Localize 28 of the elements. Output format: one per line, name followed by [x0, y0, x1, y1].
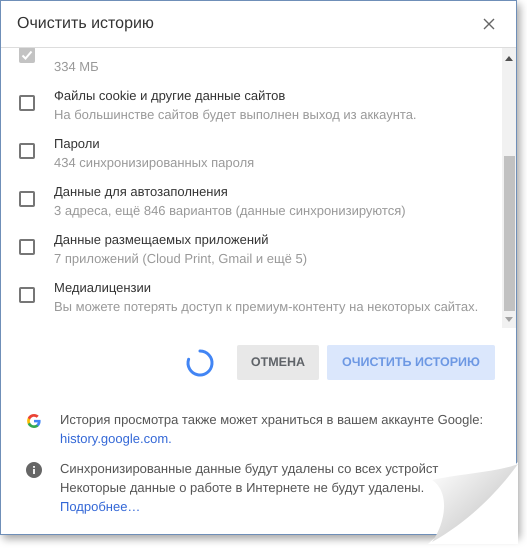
checkbox[interactable]: [19, 287, 35, 303]
option-description: На большинстве сайтов будет выполнен выход из аккаунта.: [54, 106, 417, 124]
scrollbar[interactable]: [502, 48, 516, 328]
note-text: Синхронизированные данные будут удалены со всех устройст: [60, 460, 438, 478]
option-label: Файлы cookie и другие данные сайтов: [54, 87, 286, 105]
cancel-button[interactable]: ОТМЕНА: [237, 345, 319, 380]
checkbox[interactable]: [19, 239, 35, 255]
option-label: Пароли: [54, 135, 101, 153]
link[interactable]: Подробнее…: [60, 498, 140, 514]
option-description: 3 адреса, ещё 846 вариантов (данные синхронизируются): [54, 202, 406, 220]
option-description: 7 приложений (Cloud Print, Gmail и ещё 5): [54, 250, 308, 268]
info-icon: [26, 462, 42, 478]
option-description: Вы можете потерять доступ к премиум-контенту на некоторых сайтах.: [54, 298, 478, 316]
dialog-title: Очистить историю: [17, 14, 154, 34]
scroll-up-arrow-icon[interactable]: [505, 56, 513, 61]
checkbox[interactable]: [19, 143, 35, 159]
option-description: 434 синхронизированных пароля: [54, 154, 254, 172]
note-text: Некоторые данные о работе в Интернете не будут удалены.: [60, 478, 426, 496]
option-label: Медиалицензии: [54, 279, 152, 297]
option-label: Данные для автозаполнения: [54, 183, 229, 201]
checkbox[interactable]: [19, 191, 35, 207]
option-description: 334 МБ: [54, 58, 99, 76]
google-logo-icon: [26, 413, 42, 429]
note-text: История просмотра также может храниться в вашем аккаунте Google:: [60, 411, 484, 429]
option-label: Данные размещаемых приложений: [54, 231, 270, 249]
checkbox[interactable]: [19, 95, 35, 111]
loading-spinner-icon: [185, 348, 215, 378]
link[interactable]: history.google.com.: [60, 431, 172, 446]
